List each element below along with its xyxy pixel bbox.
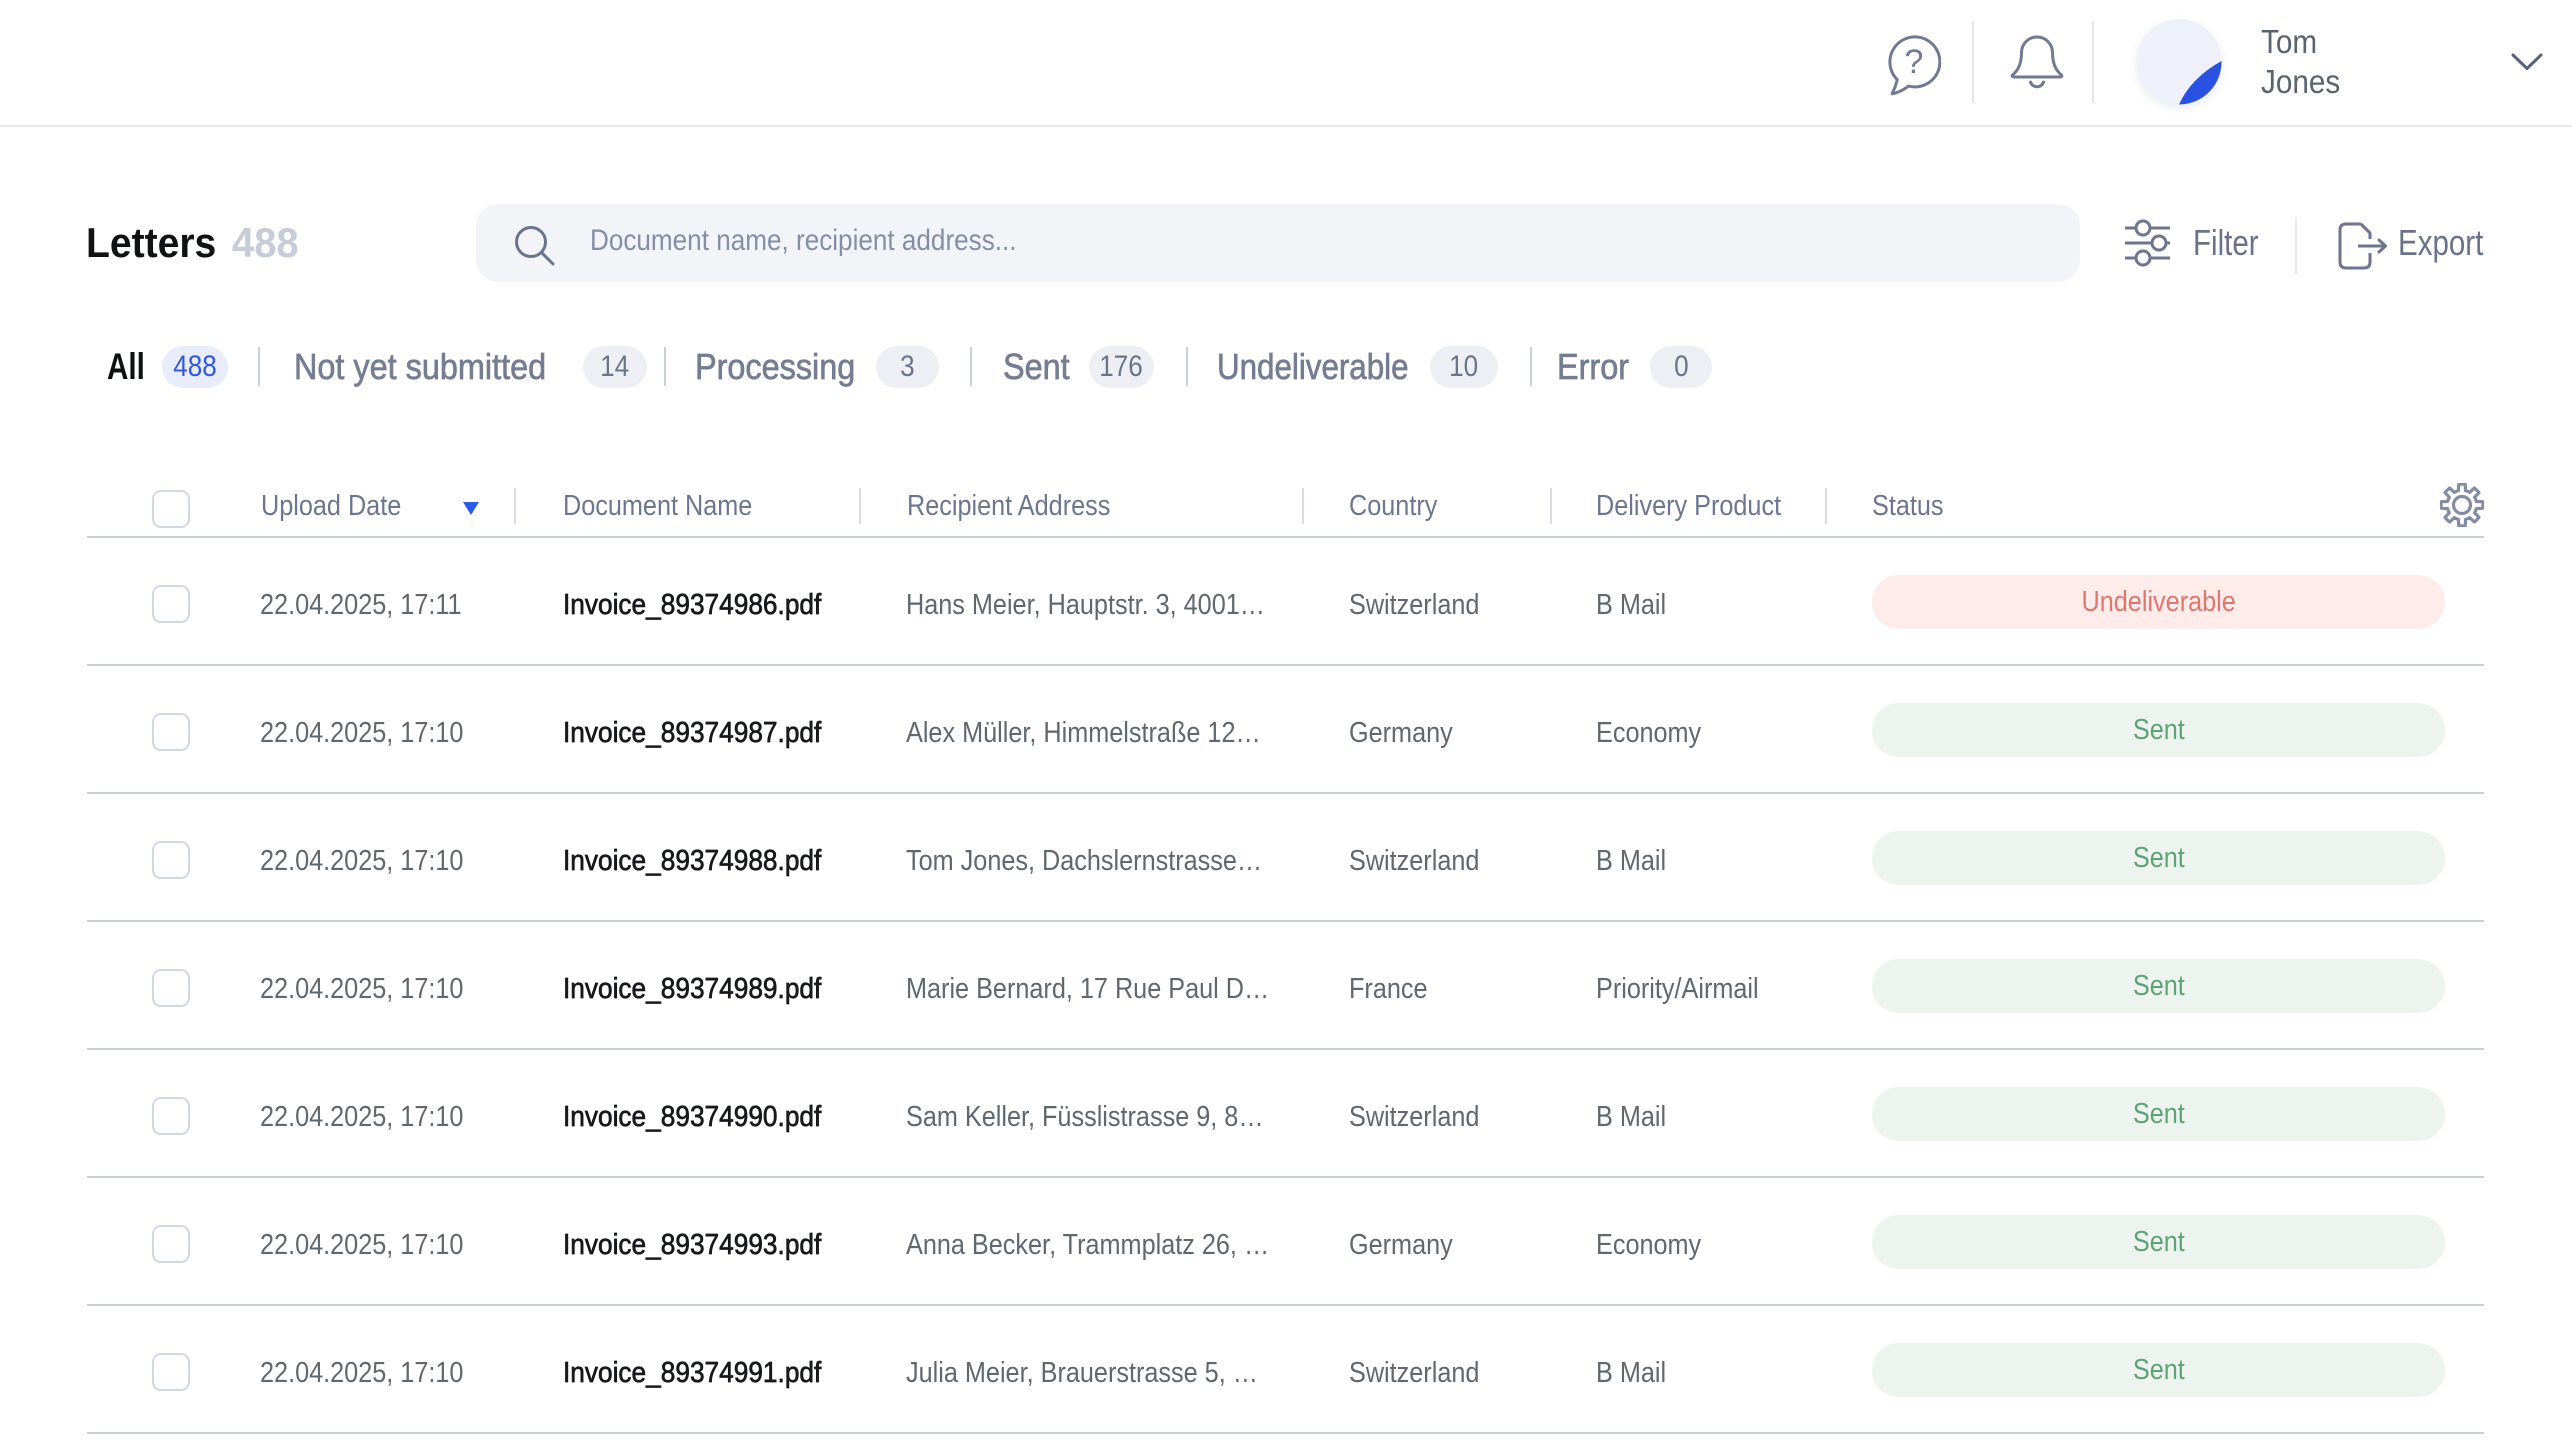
svg-text:?: ? [1905, 43, 1924, 81]
